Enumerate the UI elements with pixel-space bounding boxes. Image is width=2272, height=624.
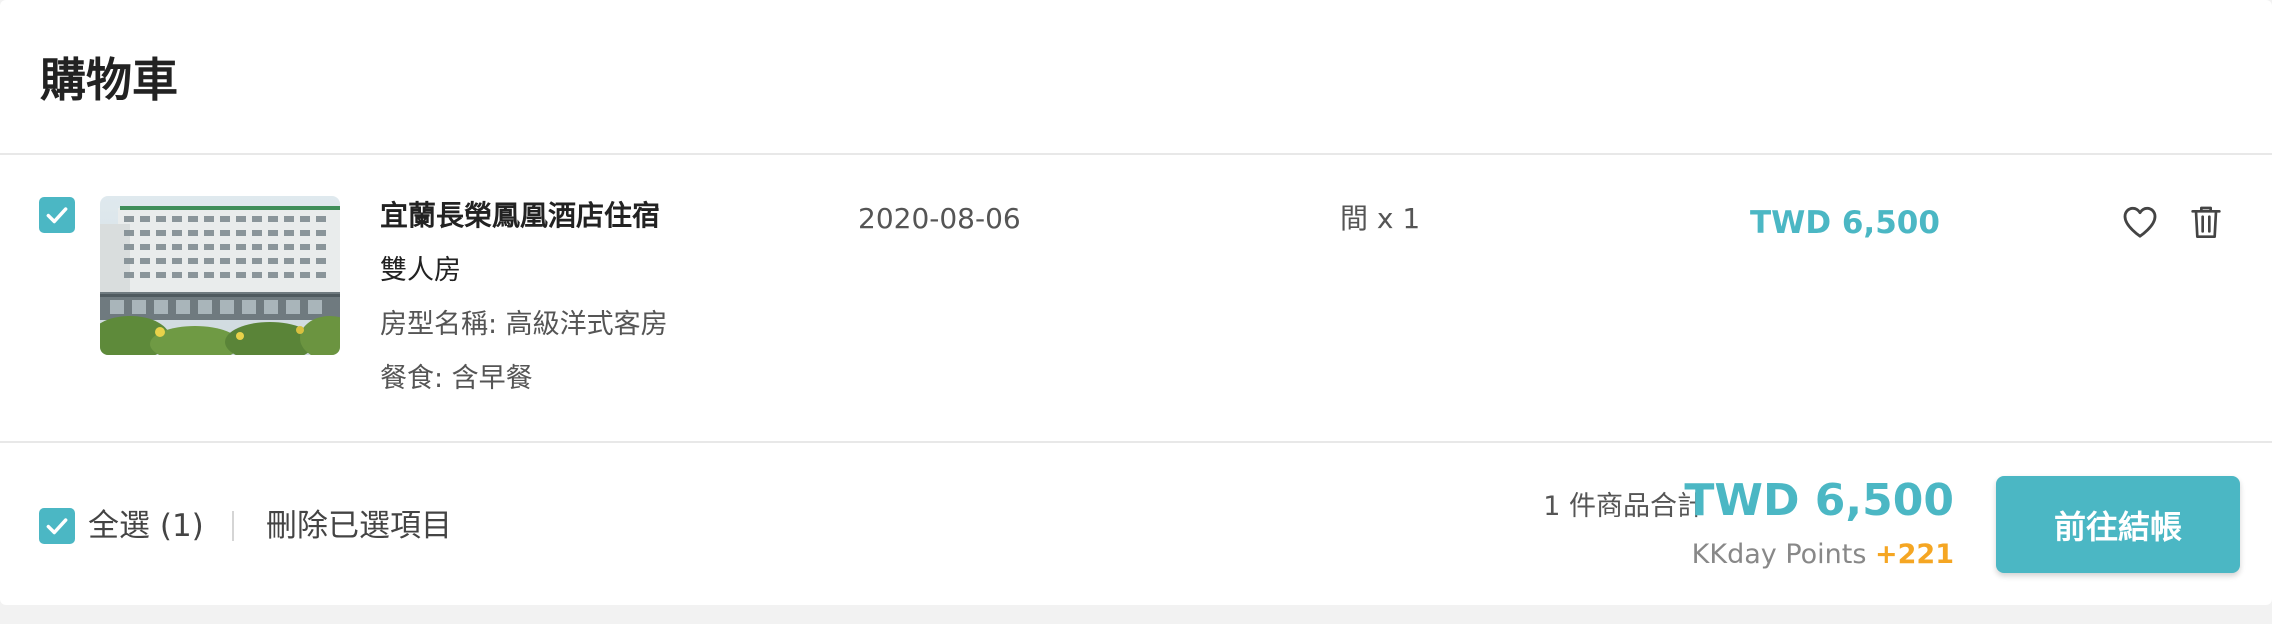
points-summary: KKday Points +221 — [1692, 536, 1954, 574]
room-name-spec: 房型名稱: 高級洋式客房 — [380, 309, 668, 340]
points-label: KKday Points — [1691, 539, 1867, 570]
page-title: 購物車 — [40, 53, 178, 107]
quantity: 間 x 1 — [1340, 202, 1421, 235]
room-type: 雙人房 — [380, 255, 461, 286]
cart-card: 購物車 宜蘭長榮鳳凰酒店住宿 雙人房 房型名稱: 高級洋式客房 餐食: 含早餐 … — [0, 0, 2272, 605]
delete-selected-button[interactable]: 刪除已選項目 — [266, 505, 452, 547]
footer-separator — [232, 511, 234, 541]
checkout-button[interactable]: 前往結帳 — [1996, 476, 2240, 573]
delete-item-button[interactable] — [2188, 200, 2224, 244]
check-icon — [46, 518, 68, 535]
item-price: TWD 6,500 — [1750, 205, 1940, 241]
item-count-summary: 1 件商品合計 — [1543, 491, 1704, 522]
footer-divider — [0, 441, 2272, 443]
booking-date: 2020-08-06 — [858, 202, 1021, 235]
hotel-photo[interactable] — [100, 196, 340, 355]
meal-spec: 餐食: 含早餐 — [380, 363, 533, 394]
favorite-button[interactable] — [2118, 200, 2162, 244]
select-all-label[interactable]: 全選 (1) — [88, 505, 204, 547]
hotel-photo-image — [100, 196, 340, 355]
select-all-checkbox[interactable] — [39, 508, 75, 544]
trash-icon — [2191, 206, 2221, 239]
total-price: TWD 6,500 — [1684, 475, 1954, 526]
product-name[interactable]: 宜蘭長榮鳳凰酒店住宿 — [380, 197, 660, 235]
heart-icon — [2123, 206, 2157, 238]
check-icon — [46, 207, 68, 224]
points-value: +221 — [1875, 539, 1954, 570]
header-divider — [0, 153, 2272, 155]
item-checkbox[interactable] — [39, 197, 75, 233]
